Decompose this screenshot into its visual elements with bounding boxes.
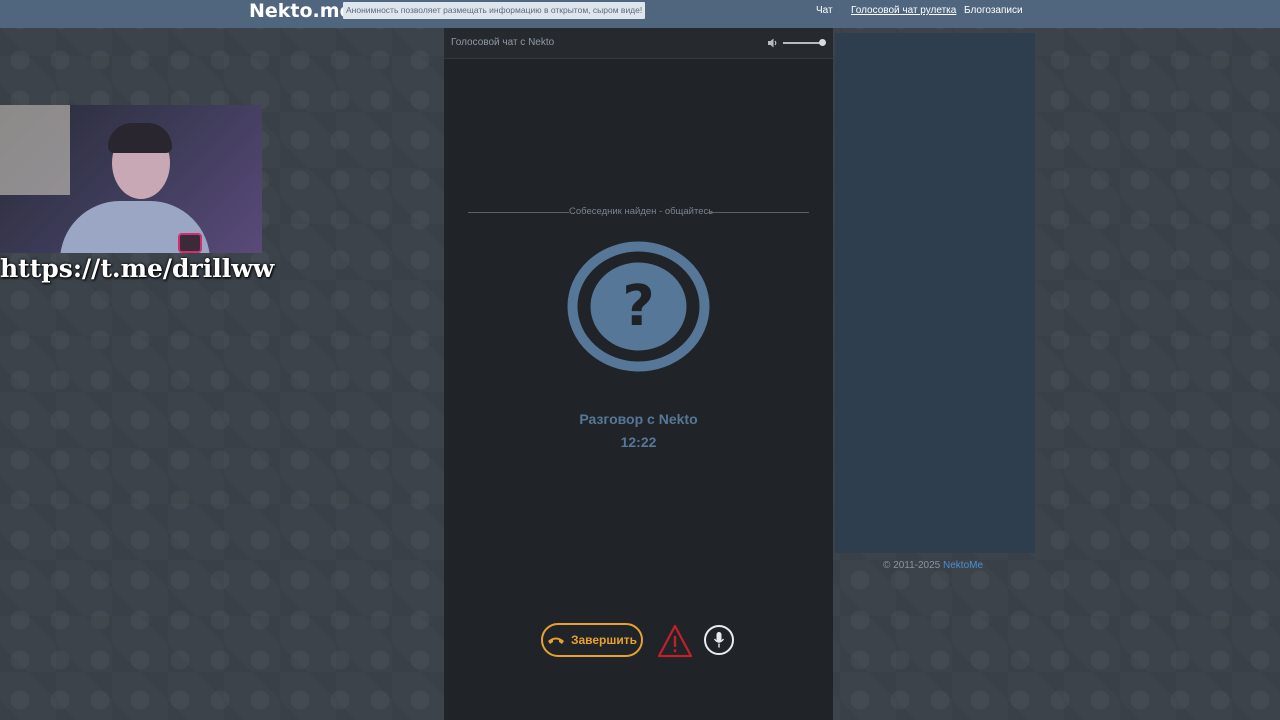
footer-link-nektome[interactable]: NektoMe [943,560,983,571]
footer-copyright: © 2011-2025 [883,560,941,571]
conversation-label: Разговор с Nekto [579,411,698,427]
speaker-icon[interactable] [766,36,780,50]
nav-link-blog[interactable]: Блогозаписи [964,4,1023,18]
end-call-label: Завершить [570,633,638,647]
phone-hangup-icon [547,637,564,644]
unknown-user-avatar: ? [567,241,710,372]
voice-chat-title: Голосовой чат с Nekto [451,37,555,48]
site-logo[interactable]: Nekto.me [249,0,352,22]
call-timer: 12:22 [620,434,657,450]
top-navigation-bar: Nekto.me Анонимность позволяет размещать… [0,0,1280,28]
avatar-question-mark: ? [622,274,654,339]
warning-triangle-icon[interactable] [657,624,693,658]
voice-chat-header: Голосовой чат с Nekto [444,28,833,59]
volume-slider-handle[interactable] [819,39,826,46]
side-content-area [835,33,1035,553]
volume-slider-track[interactable] [783,42,823,44]
nav-link-chat[interactable]: Чат [816,4,833,18]
status-divider-left [468,212,569,213]
connection-status: Собеседник найден - общайтесь [569,206,714,217]
footer: © 2011-2025 NektoMe [883,560,983,571]
voice-chat-panel: Голосовой чат с Nekto Собеседник найден … [444,28,833,720]
webcam-overlay [0,105,262,253]
end-call-button[interactable]: Завершить [541,623,643,657]
nav-link-voice-roulette[interactable]: Голосовой чат рулетка [851,4,956,18]
status-divider-right [708,212,809,213]
microphone-icon [713,632,725,648]
anonymity-notice: Анонимность позволяет размещать информац… [343,2,646,19]
telegram-link-overlay: https://t.me/drillww [0,254,275,283]
microphone-toggle-button[interactable] [704,625,734,655]
